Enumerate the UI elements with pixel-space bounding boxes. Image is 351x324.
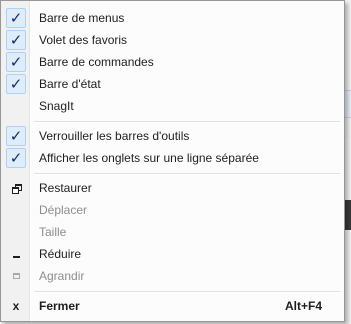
menu-separator (34, 173, 340, 175)
menu-item-label: Verrouiller les barres d'outils (39, 129, 190, 143)
menu-item-deplacer[interactable]: Déplacer (3, 199, 342, 221)
context-menu: ✓ Barre de menus ✓ Volet des favoris ✓ B… (0, 0, 345, 322)
menu-separator (34, 121, 340, 123)
menu-item-label: Déplacer (39, 203, 88, 217)
menu-item-volet-des-favoris[interactable]: ✓ Volet des favoris (3, 29, 342, 51)
menu-item-barre-d-etat[interactable]: ✓ Barre d'état (3, 73, 342, 95)
checkmark-icon: ✓ (6, 74, 26, 94)
menu-item-label: Barre d'état (39, 77, 101, 91)
menu-item-label: Volet des favoris (39, 33, 128, 47)
menu-item-taille[interactable]: Taille (3, 221, 342, 243)
shortcut-label: Alt+F4 (284, 299, 322, 313)
menu-item-fermer[interactable]: x Fermer Alt+F4 (3, 295, 342, 317)
menu-item-label: Fermer (39, 299, 80, 313)
menu-item-label: Barre de menus (39, 11, 125, 25)
restore-icon (6, 178, 26, 198)
minimize-icon (6, 244, 26, 264)
menu-item-label: Réduire (39, 247, 82, 261)
menu-item-label: Agrandir (39, 269, 85, 283)
menu-item-reduire[interactable]: Réduire (3, 243, 342, 265)
menu-item-restaurer[interactable]: Restaurer (3, 177, 342, 199)
menu-item-barre-de-commandes[interactable]: ✓ Barre de commandes (3, 51, 342, 73)
checkmark-icon: ✓ (6, 30, 26, 50)
checkmark-icon: ✓ (6, 52, 26, 72)
menu-item-label: SnagIt (39, 99, 74, 113)
menu-item-label: Restaurer (39, 181, 92, 195)
checkmark-icon: ✓ (6, 8, 26, 28)
checkmark-icon: ✓ (6, 126, 26, 146)
menu-item-barre-de-menus[interactable]: ✓ Barre de menus (3, 7, 342, 29)
menu-separator (34, 291, 340, 293)
menu-item-snagit[interactable]: SnagIt (3, 95, 342, 117)
checkmark-icon: ✓ (6, 148, 26, 168)
menu-item-label: Taille (39, 225, 67, 239)
menu-item-onglets-ligne-separee[interactable]: ✓ Afficher les onglets sur une ligne sép… (3, 147, 342, 169)
menu-item-agrandir[interactable]: Agrandir (3, 265, 342, 287)
menu-item-label: Barre de commandes (39, 55, 154, 69)
menu-item-verrouiller-barres[interactable]: ✓ Verrouiller les barres d'outils (3, 125, 342, 147)
close-icon: x (12, 299, 20, 313)
maximize-icon (6, 266, 26, 286)
menu-item-label: Afficher les onglets sur une ligne sépar… (39, 151, 259, 165)
